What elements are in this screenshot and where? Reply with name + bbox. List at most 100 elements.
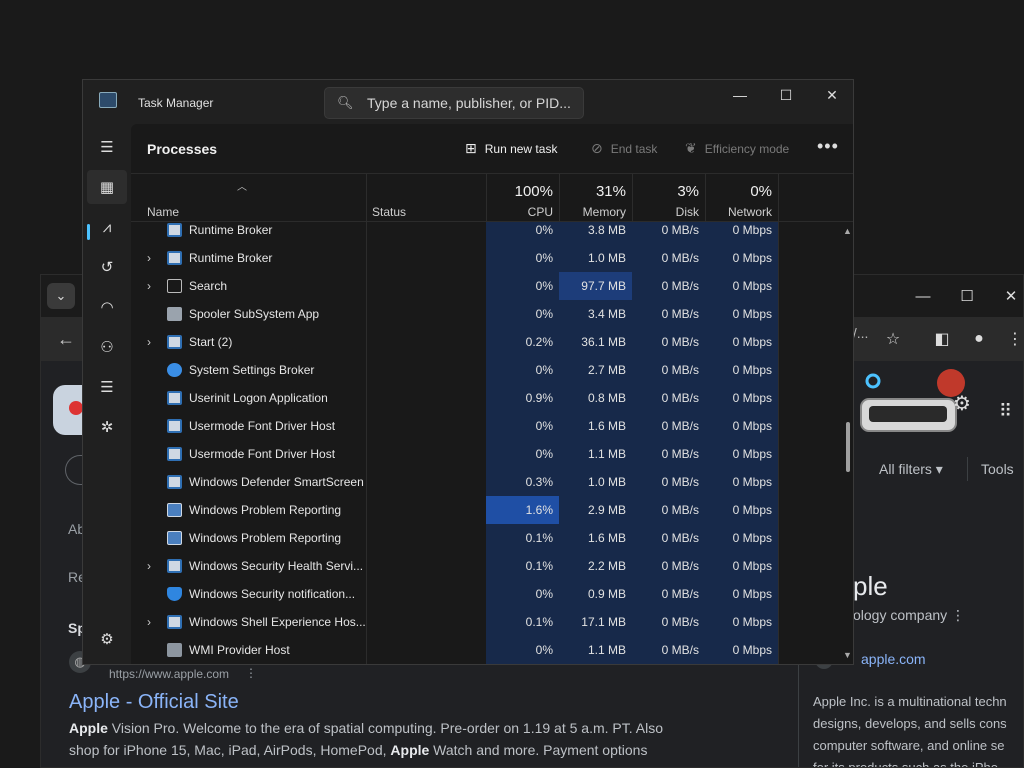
search-icon: 🔍︎ <box>337 95 354 110</box>
back-button[interactable]: ← <box>51 324 81 354</box>
process-name: Windows Problem Reporting <box>189 503 342 517</box>
process-memory-value: 0.8 MB <box>587 391 626 405</box>
table-row[interactable]: › Search 0% 97.7 MB 0 MB/s 0 Mbps <box>131 272 841 300</box>
services-puzzle-icon: ✲ <box>100 419 114 436</box>
hamburger-menu-button[interactable]: ☰ <box>87 130 127 164</box>
table-row[interactable]: Usermode Font Driver Host 0% 1.6 MB 0 MB/s 0… <box>131 412 841 440</box>
process-disk-value: 0 MB/s <box>661 391 699 405</box>
scroll-down-icon[interactable]: ▼ <box>843 650 852 660</box>
process-network-value: 0 Mbps <box>732 503 772 517</box>
table-row[interactable]: › Windows Security Health Servi... 0.1% 2.2… <box>131 552 841 580</box>
process-network-value: 0 Mbps <box>732 419 772 433</box>
table-row[interactable]: › Windows Shell Experience Hos... 0.1% 17.1… <box>131 608 841 636</box>
tools-button[interactable]: Tools <box>981 461 1014 477</box>
process-disk-value: 0 MB/s <box>661 615 699 629</box>
column-network-percent[interactable]: 0% <box>750 183 772 200</box>
search-input[interactable] <box>367 93 577 113</box>
column-network[interactable]: Network <box>728 205 772 219</box>
process-memory-value: 1.6 MB <box>587 531 626 545</box>
process-disk-value: 0 MB/s <box>661 531 699 545</box>
table-row[interactable]: Windows Security notification... 0% 0.9 MB… <box>131 580 841 608</box>
side-panel-button[interactable]: ◧ <box>928 325 956 353</box>
scrollbar-thumb[interactable] <box>846 422 850 472</box>
process-network-value: 0 Mbps <box>732 223 772 237</box>
result-options-icon[interactable]: ⋮ <box>245 666 257 680</box>
close-button[interactable]: ✕ <box>809 82 853 108</box>
run-new-task-button[interactable]: ⊞ Run new task <box>465 140 557 157</box>
vertical-scrollbar[interactable]: ▲ ▼ <box>841 222 853 664</box>
maximize-button[interactable]: ☐ <box>763 82 809 108</box>
nav-processes[interactable]: ▦ <box>87 170 127 204</box>
nav-settings[interactable]: ⚙ <box>87 622 127 656</box>
column-memory[interactable]: Memory <box>583 205 626 219</box>
printer-icon <box>167 307 182 321</box>
table-row[interactable]: › Runtime Broker 0% 1.0 MB 0 MB/s 0 Mbps <box>131 244 841 272</box>
chevron-down-icon: ⌄ <box>55 288 67 303</box>
column-memory-percent[interactable]: 31% <box>596 183 626 200</box>
minimize-button[interactable]: — <box>717 82 763 108</box>
nav-app-history[interactable]: ↺ <box>87 250 127 284</box>
process-name: Windows Problem Reporting <box>189 531 342 545</box>
efficiency-mode-button[interactable]: ❦ Efficiency mode <box>685 140 789 157</box>
expand-chevron-icon[interactable]: › <box>147 608 151 636</box>
scroll-up-icon[interactable]: ▲ <box>843 226 852 236</box>
nav-performance[interactable]: ⩘ <box>87 210 127 244</box>
browser-minimize-button[interactable]: — <box>903 283 943 309</box>
wmi-host-icon <box>167 643 182 657</box>
process-search-box[interactable]: 🔍︎ <box>324 87 584 119</box>
settings-gear-icon[interactable]: ⚙ <box>953 391 971 416</box>
problem-report-icon <box>167 503 182 517</box>
expand-chevron-icon[interactable]: › <box>147 272 151 300</box>
processes-page: Processes ⊞ Run new task ⊘ End task ❦ Effic… <box>131 124 853 664</box>
table-row[interactable]: › Start (2) 0.2% 36.1 MB 0 MB/s 0 Mbps <box>131 328 841 356</box>
browser-menu-button[interactable]: ⋮ <box>1001 325 1023 353</box>
search-app-icon <box>167 279 182 293</box>
column-cpu-percent[interactable]: 100% <box>515 183 553 200</box>
process-cpu-value: 0% <box>535 363 553 377</box>
column-disk[interactable]: Disk <box>676 205 699 219</box>
all-filters-button[interactable]: All filters ▾ <box>879 461 943 478</box>
apps-grid-icon[interactable]: ⠿ <box>999 401 1012 422</box>
nav-details[interactable]: ☰ <box>87 370 127 404</box>
process-disk-value: 0 MB/s <box>661 363 699 377</box>
process-memory-value: 36.1 MB <box>581 335 626 349</box>
table-row[interactable]: Runtime Broker 0% 3.8 MB 0 MB/s 0 Mbps <box>131 222 841 244</box>
problem-report-icon <box>167 531 182 545</box>
table-row[interactable]: Usermode Font Driver Host 0% 1.1 MB 0 MB/s 0… <box>131 440 841 468</box>
table-row[interactable]: Windows Problem Reporting 1.6% 2.9 MB 0 MB/… <box>131 496 841 524</box>
table-row[interactable]: Windows Problem Reporting 0.1% 1.6 MB 0 MB/… <box>131 524 841 552</box>
expand-chevron-icon[interactable]: › <box>147 552 151 580</box>
process-cpu-value: 1.6% <box>525 503 553 517</box>
expand-chevron-icon[interactable]: › <box>147 328 151 356</box>
table-row[interactable]: Spooler SubSystem App 0% 3.4 MB 0 MB/s 0 Mbp… <box>131 300 841 328</box>
bookmark-star-button[interactable]: ☆ <box>879 325 907 353</box>
result-url[interactable]: https://www.apple.com <box>109 667 229 681</box>
knowledge-panel-link[interactable]: apple.com <box>861 651 926 667</box>
browser-close-button[interactable]: ✕ <box>991 283 1023 309</box>
table-row[interactable]: WMI Provider Host 0% 1.1 MB 0 MB/s 0 Mbps <box>131 636 841 664</box>
process-network-value: 0 Mbps <box>732 615 772 629</box>
process-network-value: 0 Mbps <box>732 447 772 461</box>
star-icon: ☆ <box>885 331 901 348</box>
end-task-button[interactable]: ⊘ End task <box>591 140 657 157</box>
table-row[interactable]: Windows Defender SmartScreen 0.3% 1.0 MB 0 … <box>131 468 841 496</box>
browser-maximize-button[interactable]: ☐ <box>947 283 987 309</box>
process-disk-value: 0 MB/s <box>661 503 699 517</box>
more-options-icon[interactable]: ••• <box>817 136 839 157</box>
performance-chart-icon: ⩘ <box>102 218 112 236</box>
process-cpu-value: 0% <box>535 419 553 433</box>
process-cpu-value: 0% <box>535 223 553 237</box>
table-row[interactable]: System Settings Broker 0% 2.7 MB 0 MB/s 0 Mb… <box>131 356 841 384</box>
column-name[interactable]: Name <box>147 205 179 219</box>
column-cpu[interactable]: CPU <box>528 205 553 219</box>
tab-search-button[interactable]: ⌄ <box>47 283 75 309</box>
column-status[interactable]: Status <box>372 205 406 219</box>
expand-chevron-icon[interactable]: › <box>147 244 151 272</box>
column-disk-percent[interactable]: 3% <box>677 183 699 200</box>
nav-users[interactable]: ⚇ <box>87 330 127 364</box>
profile-button[interactable]: ● <box>965 325 993 353</box>
nav-services[interactable]: ✲ <box>87 410 127 444</box>
table-row[interactable]: Userinit Logon Application 0.9% 0.8 MB 0 MB… <box>131 384 841 412</box>
nav-startup-apps[interactable]: ◠ <box>87 290 127 324</box>
result-title-link[interactable]: Apple - Official Site <box>69 691 239 714</box>
